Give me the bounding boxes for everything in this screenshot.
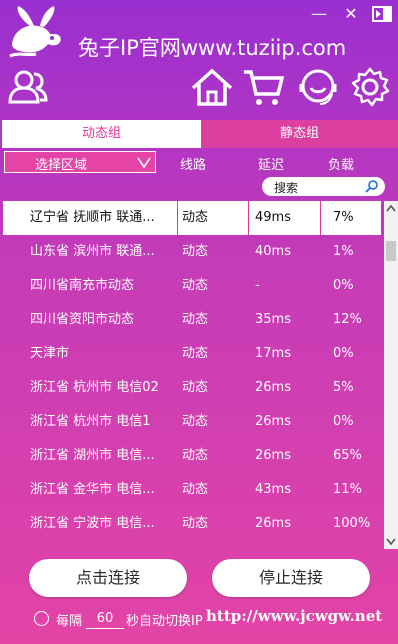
server-name: 辽宁省 抚顺市 联通... bbox=[30, 210, 155, 225]
server-latency: 26ms bbox=[255, 380, 291, 395]
server-row[interactable]: 浙江省 杭州市 电信1 动态 26ms 0% bbox=[3, 405, 381, 439]
server-name: 浙江省 金华市 电信... bbox=[30, 482, 155, 497]
column-divider bbox=[248, 201, 249, 235]
server-latency: 40ms bbox=[255, 244, 291, 259]
server-load: 0% bbox=[333, 346, 354, 361]
server-name: 浙江省 杭州市 电信1 bbox=[30, 414, 151, 429]
server-name: 山东省 滨州市 联通... bbox=[30, 244, 155, 259]
support-icon[interactable] bbox=[296, 66, 340, 108]
close-button[interactable]: ✕ bbox=[340, 4, 362, 24]
server-load: 100% bbox=[333, 516, 371, 531]
server-load: 5% bbox=[333, 380, 354, 395]
server-latency: 35ms bbox=[255, 312, 291, 327]
server-latency: 26ms bbox=[255, 448, 291, 463]
server-line: 动态 bbox=[182, 516, 209, 531]
chevron-down-icon bbox=[137, 157, 151, 169]
tab-dynamic-group[interactable]: 动态组 bbox=[2, 120, 201, 148]
app-window: 兔子IP官网www.tuziip.com — ✕ 动态组 静态组 选择区域 线路… bbox=[0, 0, 398, 644]
server-row[interactable]: 浙江省 杭州市 电信02 动态 26ms 5% bbox=[3, 371, 381, 405]
tab-static-group[interactable]: 静态组 bbox=[201, 120, 398, 148]
server-load: 11% bbox=[333, 482, 362, 497]
server-load: 12% bbox=[333, 312, 362, 327]
server-load: 0% bbox=[333, 278, 354, 293]
server-latency: 49ms bbox=[255, 210, 291, 225]
server-load: 7% bbox=[333, 210, 354, 225]
server-line: 动态 bbox=[182, 346, 209, 361]
region-select-label: 选择区域 bbox=[35, 158, 88, 173]
server-row[interactable]: 四川省南充市动态 动态 - 0% bbox=[3, 269, 381, 303]
server-name: 四川省资阳市动态 bbox=[30, 312, 135, 327]
server-line: 动态 bbox=[182, 482, 209, 497]
server-line: 动态 bbox=[182, 278, 209, 293]
server-row[interactable]: 浙江省 金华市 电信... 动态 43ms 11% bbox=[3, 473, 381, 507]
server-row[interactable]: 辽宁省 抚顺市 联通... 动态 49ms 7% bbox=[3, 201, 381, 235]
rabbit-logo bbox=[9, 6, 61, 58]
server-line: 动态 bbox=[182, 244, 209, 259]
column-divider bbox=[177, 201, 178, 235]
scrollbar-thumb[interactable] bbox=[386, 241, 396, 261]
server-row[interactable]: 天津市 动态 17ms 0% bbox=[3, 337, 381, 371]
server-latency: 17ms bbox=[255, 346, 291, 361]
server-latency: 43ms bbox=[255, 482, 291, 497]
minimize-button[interactable]: — bbox=[308, 4, 330, 24]
server-load: 0% bbox=[333, 414, 354, 429]
server-line: 动态 bbox=[182, 312, 209, 327]
scroll-up-arrow-icon[interactable] bbox=[384, 201, 398, 217]
region-select[interactable]: 选择区域 bbox=[4, 151, 156, 173]
server-latency: 26ms bbox=[255, 414, 291, 429]
server-name: 浙江省 宁波市 电信... bbox=[30, 516, 155, 531]
home-icon[interactable] bbox=[190, 66, 234, 108]
exit-icon[interactable] bbox=[372, 6, 392, 22]
header: 兔子IP官网www.tuziip.com — ✕ bbox=[0, 0, 398, 118]
server-list: 辽宁省 抚顺市 联通... 动态 49ms 7% 山东省 滨州市 联通... 动态 40ms… bbox=[0, 201, 384, 549]
auto-switch-label: 秒自动切换IP bbox=[126, 614, 203, 629]
scroll-down-arrow-icon[interactable] bbox=[384, 533, 398, 549]
scrollbar[interactable] bbox=[384, 201, 398, 549]
cart-icon[interactable] bbox=[242, 66, 286, 108]
server-latency: - bbox=[255, 278, 260, 293]
server-line: 动态 bbox=[182, 448, 209, 463]
server-name: 四川省南充市动态 bbox=[30, 278, 135, 293]
every-label: 每隔 bbox=[56, 614, 83, 629]
column-header-latency: 延迟 bbox=[258, 158, 285, 173]
search-icon[interactable] bbox=[365, 179, 379, 193]
server-latency: 26ms bbox=[255, 516, 291, 531]
server-name: 浙江省 杭州市 电信02 bbox=[30, 380, 159, 395]
server-name: 浙江省 湖州市 电信... bbox=[30, 448, 155, 463]
auto-switch-radio[interactable] bbox=[34, 611, 49, 626]
server-line: 动态 bbox=[182, 380, 209, 395]
users-icon[interactable] bbox=[6, 66, 50, 108]
server-load: 65% bbox=[333, 448, 362, 463]
server-load: 1% bbox=[333, 244, 354, 259]
interval-field[interactable] bbox=[86, 609, 124, 629]
stop-button[interactable]: 停止连接 bbox=[212, 559, 370, 597]
server-row[interactable]: 山东省 滨州市 联通... 动态 40ms 1% bbox=[3, 235, 381, 269]
column-divider bbox=[320, 201, 321, 235]
window-title: 兔子IP官网www.tuziip.com bbox=[78, 36, 347, 60]
column-header-load: 负载 bbox=[328, 158, 355, 173]
server-row[interactable]: 浙江省 湖州市 电信... 动态 26ms 65% bbox=[3, 439, 381, 473]
server-line: 动态 bbox=[182, 414, 209, 429]
server-line: 动态 bbox=[182, 210, 209, 225]
connect-button[interactable]: 点击连接 bbox=[29, 559, 187, 597]
group-tabs: 动态组 静态组 bbox=[0, 120, 398, 148]
server-row[interactable]: 四川省资阳市动态 动态 35ms 12% bbox=[3, 303, 381, 337]
search-placeholder: 搜索 bbox=[274, 181, 299, 195]
watermark-text: http://www.jcwgw.net bbox=[206, 607, 383, 625]
search-input[interactable]: 搜索 bbox=[262, 177, 385, 196]
server-name: 天津市 bbox=[30, 346, 70, 361]
server-row[interactable]: 浙江省 宁波市 电信... 动态 26ms 100% bbox=[3, 507, 381, 541]
column-header-line: 线路 bbox=[180, 158, 207, 173]
gear-icon[interactable] bbox=[348, 66, 392, 108]
